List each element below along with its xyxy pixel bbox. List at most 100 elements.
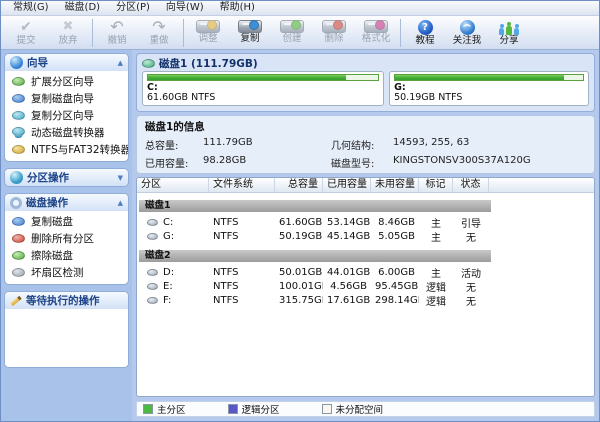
- col-unused: 未用容量: [371, 178, 419, 192]
- ntfs-fat32-converter-icon: [12, 145, 25, 154]
- redo-icon: ↷: [152, 18, 165, 35]
- sidebar-item-extend-partition-wizard[interactable]: 扩展分区向导: [5, 73, 128, 90]
- table-header-row: 分区 文件系统 总容量 已用容量 未用容量 标记 状态: [137, 178, 594, 193]
- create-button[interactable]: 创建: [271, 17, 313, 49]
- table-row-e[interactable]: E: NTFS 100.01GB 4.56GB 95.45GB 逻辑 无: [137, 279, 594, 293]
- disk-info-title: 磁盘1的信息: [145, 119, 586, 134]
- geometry-value: 14593, 255, 63: [393, 137, 586, 152]
- partition-table: 分区 文件系统 总容量 已用容量 未用容量 标记 状态 磁盘1 C: NTFS …: [136, 177, 595, 397]
- sidebar: 向导 ▲ 扩展分区向导 复制磁盘向导 复制分区向导: [1, 50, 132, 421]
- help-icon: ?: [418, 20, 433, 35]
- content-area: 向导 ▲ 扩展分区向导 复制磁盘向导 复制分区向导: [1, 50, 599, 421]
- sidebar-item-copy-disk-wizard[interactable]: 复制磁盘向导: [5, 90, 128, 107]
- disk2-group-row[interactable]: 磁盘2: [139, 250, 491, 262]
- share-button[interactable]: 分享: [488, 17, 530, 49]
- total-capacity-value: 111.79GB: [203, 137, 331, 152]
- copy-partition-wizard-icon: [12, 111, 25, 120]
- collapse-icon[interactable]: ▲: [118, 199, 123, 207]
- sidebar-item-wipe-disk[interactable]: 擦除磁盘: [5, 247, 128, 264]
- disk-ops-panel-header[interactable]: 磁盘操作 ▲: [5, 194, 128, 211]
- menu-general[interactable]: 常规(G): [5, 1, 57, 15]
- menu-wizard[interactable]: 向导(W): [158, 1, 212, 15]
- wizard-icon: [10, 56, 23, 69]
- used-capacity-label: 已用容量:: [145, 155, 203, 170]
- pending-ops-panel-header[interactable]: 等待执行的操作: [5, 292, 128, 309]
- wipe-disk-icon: [12, 251, 25, 260]
- usage-bar: [147, 74, 379, 81]
- toolbar: ✔ 提交 ✖ 放弃 ↶ 撤销 ↷ 重做 调整 复制 创建: [1, 16, 599, 50]
- legend-unallocated: 未分配空间: [322, 402, 384, 416]
- tutorial-button[interactable]: ? 教程: [404, 17, 446, 49]
- create-disk-icon: [280, 20, 304, 33]
- disk-ops-panel: 磁盘操作 ▲ 复制磁盘 删除所有分区 擦除磁盘: [4, 193, 129, 285]
- copy-disk-icon: [238, 20, 262, 33]
- sidebar-item-copy-partition-wizard[interactable]: 复制分区向导: [5, 107, 128, 124]
- menu-partition[interactable]: 分区(P): [108, 1, 158, 15]
- collapse-icon[interactable]: ▲: [118, 59, 123, 67]
- partition-block-g[interactable]: G: 50.19GB NTFS: [389, 71, 589, 106]
- model-value: KINGSTONSV300S37A120G: [393, 155, 586, 170]
- col-partition: 分区: [137, 178, 209, 192]
- wizard-panel-header[interactable]: 向导 ▲: [5, 54, 128, 71]
- check-icon: ✔: [20, 18, 32, 35]
- unallocated-swatch: [322, 404, 332, 414]
- table-row-c[interactable]: C: NTFS 61.60GB 53.14GB 8.46GB 主 引导: [137, 215, 594, 229]
- partition-ops-panel-header[interactable]: 分区操作 ▼: [5, 169, 128, 186]
- menu-help[interactable]: 帮助(H): [212, 1, 263, 15]
- format-disk-icon: [364, 20, 388, 33]
- geometry-label: 几何结构:: [331, 137, 393, 152]
- follow-button[interactable]: 关注我: [446, 17, 488, 49]
- partition-icon: [147, 219, 158, 226]
- table-row-g[interactable]: G: NTFS 50.19GB 45.14GB 5.05GB 主 无: [137, 229, 594, 243]
- partition-icon: [147, 297, 158, 304]
- used-capacity-value: 98.28GB: [203, 155, 331, 170]
- partition-ops-icon: [10, 171, 23, 184]
- copy-button[interactable]: 复制: [229, 17, 271, 49]
- undo-icon: ↶: [110, 18, 123, 35]
- pending-ops-list: [5, 309, 128, 367]
- table-row-d[interactable]: D: NTFS 50.01GB 44.01GB 6.00GB 主 活动: [137, 265, 594, 279]
- commit-button[interactable]: ✔ 提交: [5, 17, 47, 49]
- redo-button[interactable]: ↷ 重做: [138, 17, 180, 49]
- partition-icon: [147, 233, 158, 240]
- delete-disk-icon: [322, 20, 346, 33]
- resize-button[interactable]: 调整: [187, 17, 229, 49]
- expand-icon[interactable]: ▼: [118, 174, 123, 182]
- toolbar-separator: [92, 19, 93, 47]
- format-button[interactable]: 格式化: [355, 17, 397, 49]
- disk-overview-title: 磁盘1 (111.79GB): [159, 56, 258, 71]
- usage-bar: [394, 74, 584, 81]
- col-used: 已用容量: [323, 178, 371, 192]
- copy-disk-icon: [12, 217, 25, 226]
- disk-overview-header: 磁盘1 (111.79GB): [142, 56, 589, 71]
- sidebar-item-bad-sector-test[interactable]: 坏扇区检测: [5, 264, 128, 281]
- menu-bar: 常规(G) 磁盘(D) 分区(P) 向导(W) 帮助(H): [1, 1, 599, 16]
- x-icon: ✖: [63, 18, 74, 35]
- resize-disk-icon: [196, 20, 220, 33]
- logical-swatch: [228, 404, 238, 414]
- copy-disk-wizard-icon: [12, 94, 25, 103]
- disk-info-panel: 磁盘1的信息 总容量: 111.79GB 几何结构: 14593, 255, 6…: [136, 115, 595, 174]
- col-filesystem: 文件系统: [209, 178, 275, 192]
- discard-button[interactable]: ✖ 放弃: [47, 17, 89, 49]
- total-capacity-label: 总容量:: [145, 137, 203, 152]
- toolbar-separator: [400, 19, 401, 47]
- model-label: 磁盘型号:: [331, 155, 393, 170]
- legend-primary: 主分区: [143, 402, 186, 416]
- col-flag: 标记: [419, 178, 453, 192]
- extend-partition-wizard-icon: [12, 77, 25, 86]
- disk1-group-row[interactable]: 磁盘1: [139, 200, 491, 212]
- partition-block-c[interactable]: C: 61.60GB NTFS: [142, 71, 384, 106]
- sidebar-item-copy-disk[interactable]: 复制磁盘: [5, 213, 128, 230]
- table-row-f[interactable]: F: NTFS 315.75GB 17.61GB 298.14GB 逻辑 无: [137, 293, 594, 307]
- sidebar-item-dynamic-disk-converter[interactable]: 动态磁盘转换器: [5, 124, 128, 141]
- sidebar-item-delete-all-partitions[interactable]: 删除所有分区: [5, 230, 128, 247]
- globe-icon: [460, 20, 475, 35]
- sidebar-item-ntfs-fat32-converter[interactable]: NTFS与FAT32转换器: [5, 141, 128, 158]
- menu-disk[interactable]: 磁盘(D): [57, 1, 109, 15]
- delete-button[interactable]: 删除: [313, 17, 355, 49]
- undo-button[interactable]: ↶ 撤销: [96, 17, 138, 49]
- disk-overview-panel: 磁盘1 (111.79GB) C: 61.60GB NTFS: [136, 53, 595, 112]
- main-area: 磁盘1 (111.79GB) C: 61.60GB NTFS: [132, 50, 599, 421]
- partition-icon: [147, 283, 158, 290]
